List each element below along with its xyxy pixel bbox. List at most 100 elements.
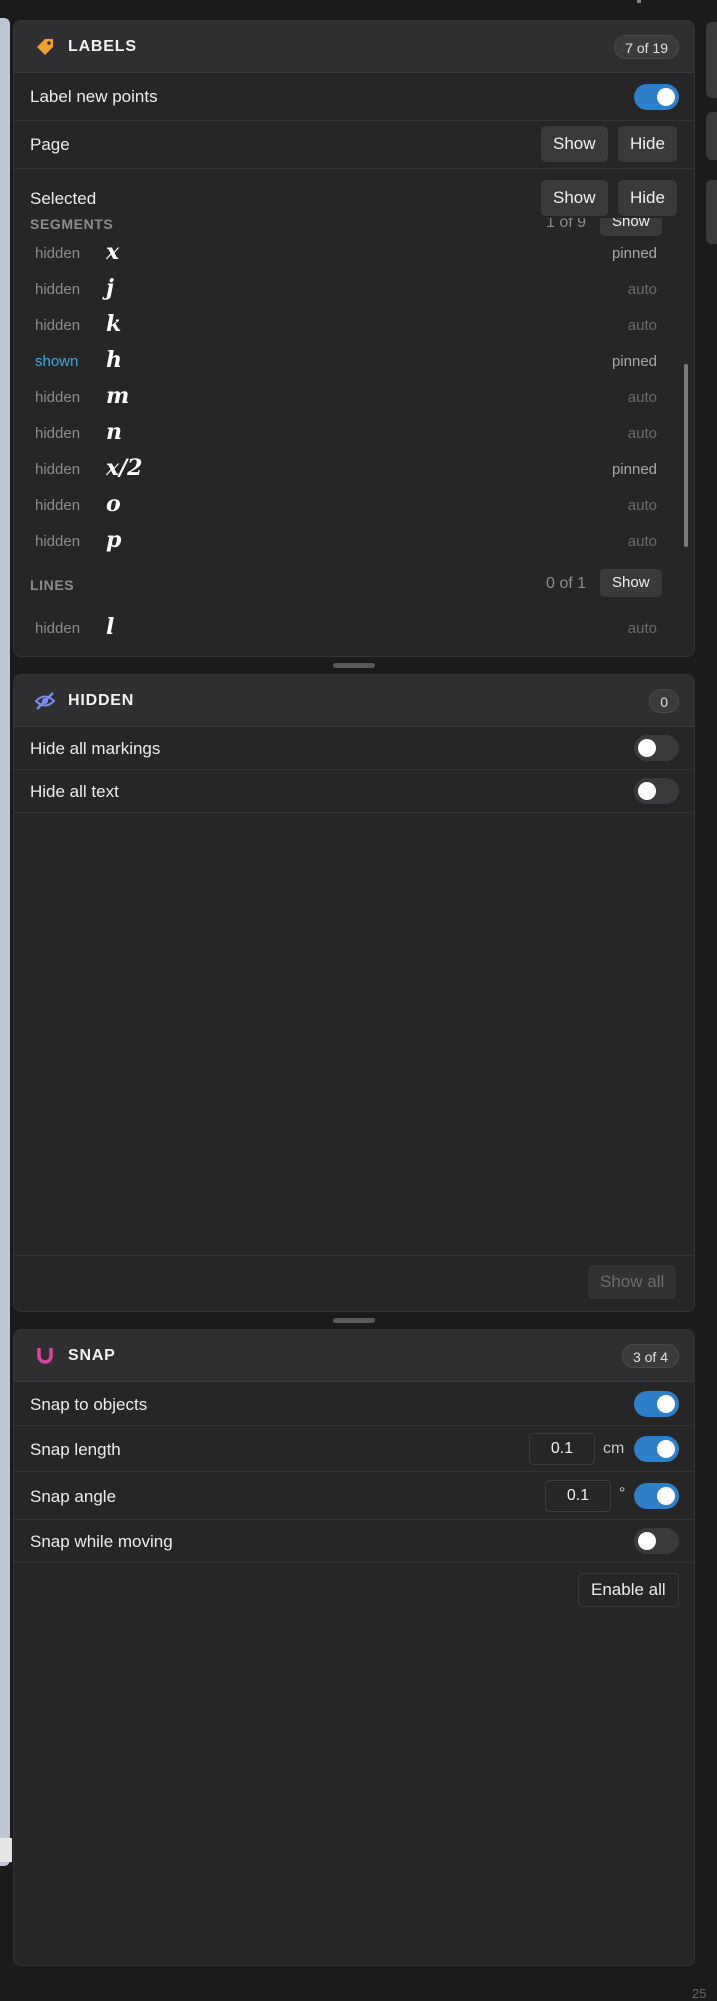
labels-scrollbar[interactable] [684, 364, 688, 547]
lines-section-header: LINES 0 of 1 Show [14, 564, 694, 604]
snap-angle-toggle[interactable] [634, 1483, 679, 1509]
eye-slash-icon [34, 692, 56, 710]
item-name: l [106, 614, 115, 640]
label-new-points-label: Label new points [30, 87, 158, 106]
list-item[interactable]: hidden x pinned [14, 236, 674, 272]
resize-handle-2[interactable] [333, 1318, 375, 1323]
label-new-points-toggle[interactable] [634, 84, 679, 110]
page-hide-button[interactable]: Hide [618, 126, 677, 162]
snap-length-input[interactable]: 0.1 [529, 1433, 595, 1465]
item-mode[interactable]: auto [628, 497, 657, 514]
hide-all-markings-toggle[interactable] [634, 735, 679, 761]
list-item[interactable]: hidden o auto [14, 488, 674, 524]
page-show-button[interactable]: Show [541, 126, 608, 162]
list-item[interactable]: hidden n auto [14, 416, 674, 452]
snap-angle-row: Snap angle 0.1 ° [14, 1472, 694, 1520]
labels-panel: LABELS 7 of 19 Label new points Page Sho… [13, 20, 695, 657]
snap-length-unit: cm [603, 1440, 625, 1457]
toggle-knob [638, 782, 656, 800]
item-state[interactable]: hidden [35, 620, 80, 637]
item-state[interactable]: hidden [35, 497, 80, 514]
snap-length-row: Snap length 0.1 cm [14, 1426, 694, 1472]
snap-count-badge: 3 of 4 [621, 1344, 679, 1368]
item-state[interactable]: hidden [35, 425, 80, 442]
item-name: m [106, 383, 130, 409]
snap-to-objects-row: Snap to objects [14, 1382, 694, 1426]
item-mode[interactable]: pinned [612, 353, 657, 370]
item-name: p [106, 527, 122, 553]
magnet-icon [37, 1348, 53, 1364]
snap-to-objects-label: Snap to objects [30, 1395, 148, 1414]
snap-angle-label: Snap angle [30, 1487, 117, 1506]
item-state[interactable]: hidden [35, 245, 80, 262]
snap-while-moving-toggle[interactable] [634, 1528, 679, 1554]
hidden-panel-header[interactable]: HIDDEN 0 [14, 675, 694, 727]
hide-all-text-row: Hide all text [14, 770, 694, 813]
item-mode[interactable]: auto [628, 620, 657, 637]
item-mode[interactable]: pinned [612, 461, 657, 478]
resize-handle-1[interactable] [333, 663, 375, 668]
item-mode[interactable]: pinned [612, 245, 657, 262]
snap-to-objects-toggle[interactable] [634, 1391, 679, 1417]
snap-angle-input[interactable]: 0.1 [545, 1480, 611, 1512]
hidden-panel-title: HIDDEN [68, 692, 135, 709]
right-side-tab-2[interactable] [706, 112, 717, 160]
enable-all-button[interactable]: Enable all [578, 1573, 679, 1607]
selected-show-button[interactable]: Show [541, 180, 608, 216]
show-all-button[interactable]: Show all [588, 1265, 677, 1299]
item-state[interactable]: hidden [35, 389, 80, 406]
item-mode[interactable]: auto [628, 317, 657, 334]
snap-while-moving-label: Snap while moving [30, 1532, 173, 1551]
item-state[interactable]: hidden [35, 281, 80, 298]
list-item[interactable]: hidden m auto [14, 380, 674, 416]
labels-scroll-area[interactable]: SEGMENTS 1 of 9 Show hidden x pinned hid… [14, 218, 694, 656]
item-mode[interactable]: auto [628, 389, 657, 406]
list-item[interactable]: hidden x/2 pinned [14, 452, 674, 488]
snap-panel: SNAP 3 of 4 Snap to objects Snap length … [13, 1329, 695, 1966]
segments-title: SEGMENTS [30, 218, 114, 232]
item-name: n [106, 419, 122, 445]
hidden-panel: HIDDEN 0 Hide all markings Hide all text… [13, 674, 695, 1312]
snap-length-toggle[interactable] [634, 1436, 679, 1462]
snap-while-moving-row: Snap while moving [14, 1520, 694, 1563]
list-item[interactable]: hidden l auto [14, 611, 674, 647]
toggle-knob [638, 739, 656, 757]
item-mode[interactable]: auto [628, 425, 657, 442]
hide-all-text-toggle[interactable] [634, 778, 679, 804]
item-state[interactable]: hidden [35, 461, 80, 478]
tag-icon [37, 39, 53, 55]
selected-hide-button[interactable]: Hide [618, 180, 677, 216]
item-name: j [106, 275, 114, 301]
item-mode[interactable]: auto [628, 533, 657, 550]
item-name: k [106, 311, 122, 337]
right-side-tab-1[interactable] [706, 22, 717, 98]
snap-angle-unit: ° [619, 1485, 626, 1502]
list-item[interactable]: hidden k auto [14, 308, 674, 344]
corner-number: 25 [692, 1986, 707, 2001]
labels-count-badge: 7 of 19 [614, 35, 679, 59]
list-item[interactable]: hidden j auto [14, 272, 674, 308]
snap-panel-header[interactable]: SNAP 3 of 4 [14, 1330, 694, 1382]
labels-panel-title: LABELS [68, 38, 137, 55]
left-canvas-edge [0, 18, 10, 1866]
item-state[interactable]: hidden [35, 317, 80, 334]
top-edge-mark [637, 0, 641, 3]
hide-all-markings-label: Hide all markings [30, 739, 161, 758]
page-label: Page [30, 135, 70, 154]
hide-all-markings-row: Hide all markings [14, 727, 694, 770]
list-item[interactable]: hidden p auto [14, 524, 674, 560]
hidden-count-badge: 0 [649, 689, 679, 713]
segments-show-button[interactable]: Show [600, 218, 662, 236]
labels-panel-header[interactable]: LABELS 7 of 19 [14, 21, 694, 73]
item-name: h [106, 347, 122, 373]
toggle-knob [657, 1440, 675, 1458]
list-item[interactable]: shown h pinned [14, 344, 674, 380]
label-new-points-row: Label new points [14, 73, 694, 121]
item-state[interactable]: shown [35, 353, 78, 370]
item-state[interactable]: hidden [35, 533, 80, 550]
segments-count: 1 of 9 [546, 218, 587, 231]
item-mode[interactable]: auto [628, 281, 657, 298]
right-side-tab-3[interactable] [706, 180, 717, 244]
toggle-knob [657, 1487, 675, 1505]
lines-show-button[interactable]: Show [600, 569, 662, 597]
